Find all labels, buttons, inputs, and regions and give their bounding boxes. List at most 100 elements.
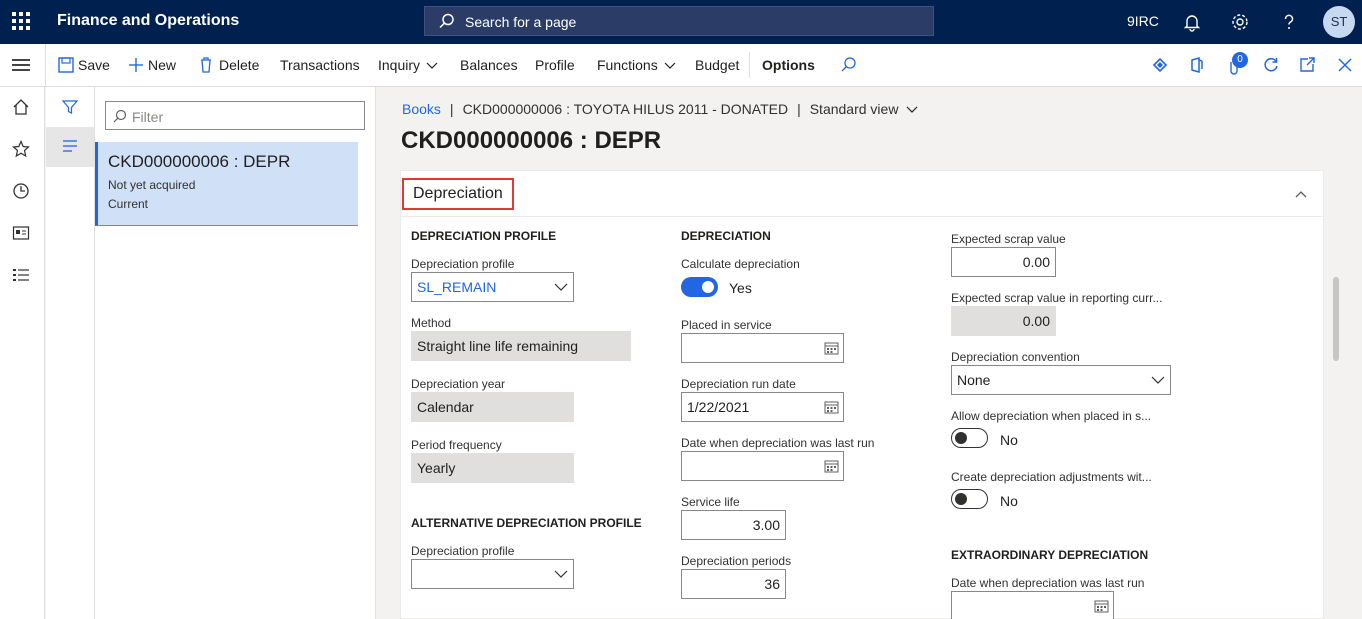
search-icon[interactable]	[840, 56, 858, 74]
alt-depreciation-profile-select[interactable]	[411, 559, 574, 589]
calculate-depreciation-label: Calculate depreciation	[681, 257, 800, 271]
chevron-down-icon	[554, 570, 568, 578]
breadcrumb: Books | CKD000000006 : TOYOTA HILUS 2011 -…	[402, 101, 918, 117]
action-pane: Save New Delete Transactions Inquiry Bal…	[0, 44, 1362, 87]
depreciation-profile-label: Depreciation profile	[411, 257, 515, 271]
top-bar: Finance and Operations Search for a page…	[0, 0, 1362, 44]
period-frequency-field: Yearly	[411, 453, 574, 483]
list-icon	[63, 140, 77, 152]
fasttab-title[interactable]: Depreciation	[402, 178, 514, 210]
company-picker[interactable]: 9IRC	[1127, 13, 1159, 29]
extraordinary-last-run-label: Date when depreciation was last run	[951, 576, 1145, 590]
chevron-down-icon	[906, 106, 918, 113]
toggle-knob	[955, 493, 967, 505]
breadcrumb-books-link[interactable]: Books	[402, 101, 441, 117]
delete-icon	[201, 57, 211, 73]
app-title[interactable]: Finance and Operations	[57, 12, 239, 30]
star-icon[interactable]	[12, 140, 30, 158]
new-button[interactable]: New	[148, 57, 176, 73]
inquiry-label: Inquiry	[378, 57, 421, 73]
filter-input[interactable]: Filter	[105, 101, 365, 130]
extraordinary-last-run-date[interactable]	[951, 591, 1114, 619]
modules-list-icon[interactable]	[12, 266, 30, 284]
scrollbar[interactable]	[1333, 277, 1339, 361]
create-adjustments-toggle[interactable]	[951, 489, 988, 509]
depreciation-convention-value: None	[957, 372, 991, 388]
search-placeholder: Search for a page	[465, 14, 577, 30]
hamburger-menu-icon[interactable]	[12, 59, 30, 71]
group-title-alternative-profile: ALTERNATIVE DEPRECIATION PROFILE	[411, 516, 642, 530]
office-icon[interactable]	[1188, 56, 1206, 74]
group-title-depreciation-profile: DEPRECIATION PROFILE	[411, 229, 557, 243]
placed-in-service-date[interactable]	[681, 333, 844, 363]
last-run-date-label: Date when depreciation was last run	[681, 436, 875, 450]
page-title: CKD000000006 : DEPR	[401, 127, 662, 154]
depreciation-year-label: Depreciation year	[411, 377, 506, 391]
depreciation-profile-value: SL_REMAIN	[417, 279, 497, 295]
home-icon[interactable]	[12, 98, 30, 116]
refresh-icon[interactable]	[1262, 56, 1280, 74]
list-item[interactable]: CKD000000006 : DEPR Not yet acquired Cur…	[95, 142, 358, 226]
depreciation-run-date-value: 1/22/2021	[687, 399, 750, 415]
allow-depreciation-label: Allow depreciation when placed in s...	[951, 409, 1152, 423]
depreciation-profile-select[interactable]: SL_REMAIN	[411, 272, 574, 302]
depreciation-convention-select[interactable]: None	[951, 365, 1171, 395]
transactions-button[interactable]: Transactions	[280, 57, 360, 73]
balances-button[interactable]: Balances	[460, 57, 518, 73]
list-pane: Filter CKD000000006 : DEPR Not yet acqui…	[95, 87, 376, 619]
power-apps-icon[interactable]	[1151, 56, 1169, 74]
calendar-icon[interactable]	[824, 459, 839, 473]
calculate-depreciation-value: Yes	[729, 280, 752, 296]
allow-depreciation-toggle[interactable]	[951, 428, 988, 448]
profile-button[interactable]: Profile	[535, 57, 575, 73]
workspaces-icon[interactable]	[12, 224, 30, 242]
chevron-up-icon[interactable]	[1294, 187, 1308, 201]
clock-icon[interactable]	[12, 182, 30, 200]
show-list-button[interactable]	[46, 127, 94, 167]
bell-icon[interactable]	[1182, 12, 1202, 32]
expected-scrap-value-field[interactable]: 0.00	[951, 247, 1056, 277]
gear-icon[interactable]	[1230, 12, 1250, 32]
service-life-field[interactable]: 3.00	[681, 510, 786, 540]
list-item-title: CKD000000006 : DEPR	[108, 152, 291, 171]
calculate-depreciation-toggle[interactable]	[681, 277, 718, 297]
budget-button[interactable]: Budget	[695, 57, 739, 73]
placed-in-service-label: Placed in service	[681, 318, 772, 332]
depreciation-year-field: Calendar	[411, 392, 574, 422]
chevron-down-icon	[664, 62, 676, 69]
breadcrumb-separator: |	[797, 101, 801, 117]
fasttab-header[interactable]: Depreciation	[401, 171, 1323, 217]
toggle-knob	[955, 432, 967, 444]
calendar-icon[interactable]	[824, 400, 839, 414]
close-icon[interactable]	[1336, 56, 1354, 74]
inquiry-menu[interactable]: Inquiry	[378, 57, 438, 73]
app-launcher-icon[interactable]	[12, 12, 30, 30]
chevron-down-icon	[1151, 376, 1165, 384]
create-adjustments-value: No	[1000, 493, 1018, 509]
breadcrumb-record: CKD000000006 : TOYOTA HILUS 2011 - DONAT…	[462, 101, 789, 117]
functions-label: Functions	[597, 57, 658, 73]
calendar-icon[interactable]	[1094, 599, 1109, 613]
divider	[45, 44, 46, 87]
avatar[interactable]: ST	[1323, 6, 1355, 38]
filter-icon[interactable]	[62, 99, 78, 115]
functions-menu[interactable]: Functions	[597, 57, 676, 73]
help-icon[interactable]	[1279, 12, 1299, 32]
attachments-button[interactable]: 0	[1226, 52, 1248, 78]
alt-depreciation-profile-label: Depreciation profile	[411, 544, 515, 558]
depreciation-run-date-label: Depreciation run date	[681, 377, 796, 391]
delete-button[interactable]: Delete	[219, 57, 259, 73]
depreciation-run-date[interactable]: 1/22/2021	[681, 392, 844, 422]
breadcrumb-separator: |	[449, 101, 454, 117]
search-input[interactable]: Search for a page	[424, 6, 934, 36]
open-new-window-icon[interactable]	[1298, 56, 1316, 74]
depreciation-periods-field[interactable]: 36	[681, 569, 786, 599]
depreciation-convention-label: Depreciation convention	[951, 350, 1080, 364]
save-button[interactable]: Save	[78, 57, 110, 73]
view-selector[interactable]: Standard view	[810, 101, 919, 117]
chevron-down-icon	[426, 62, 438, 69]
last-run-date[interactable]	[681, 451, 844, 481]
options-tab[interactable]: Options	[762, 57, 815, 73]
calendar-icon[interactable]	[824, 341, 839, 355]
list-rail	[46, 87, 95, 619]
